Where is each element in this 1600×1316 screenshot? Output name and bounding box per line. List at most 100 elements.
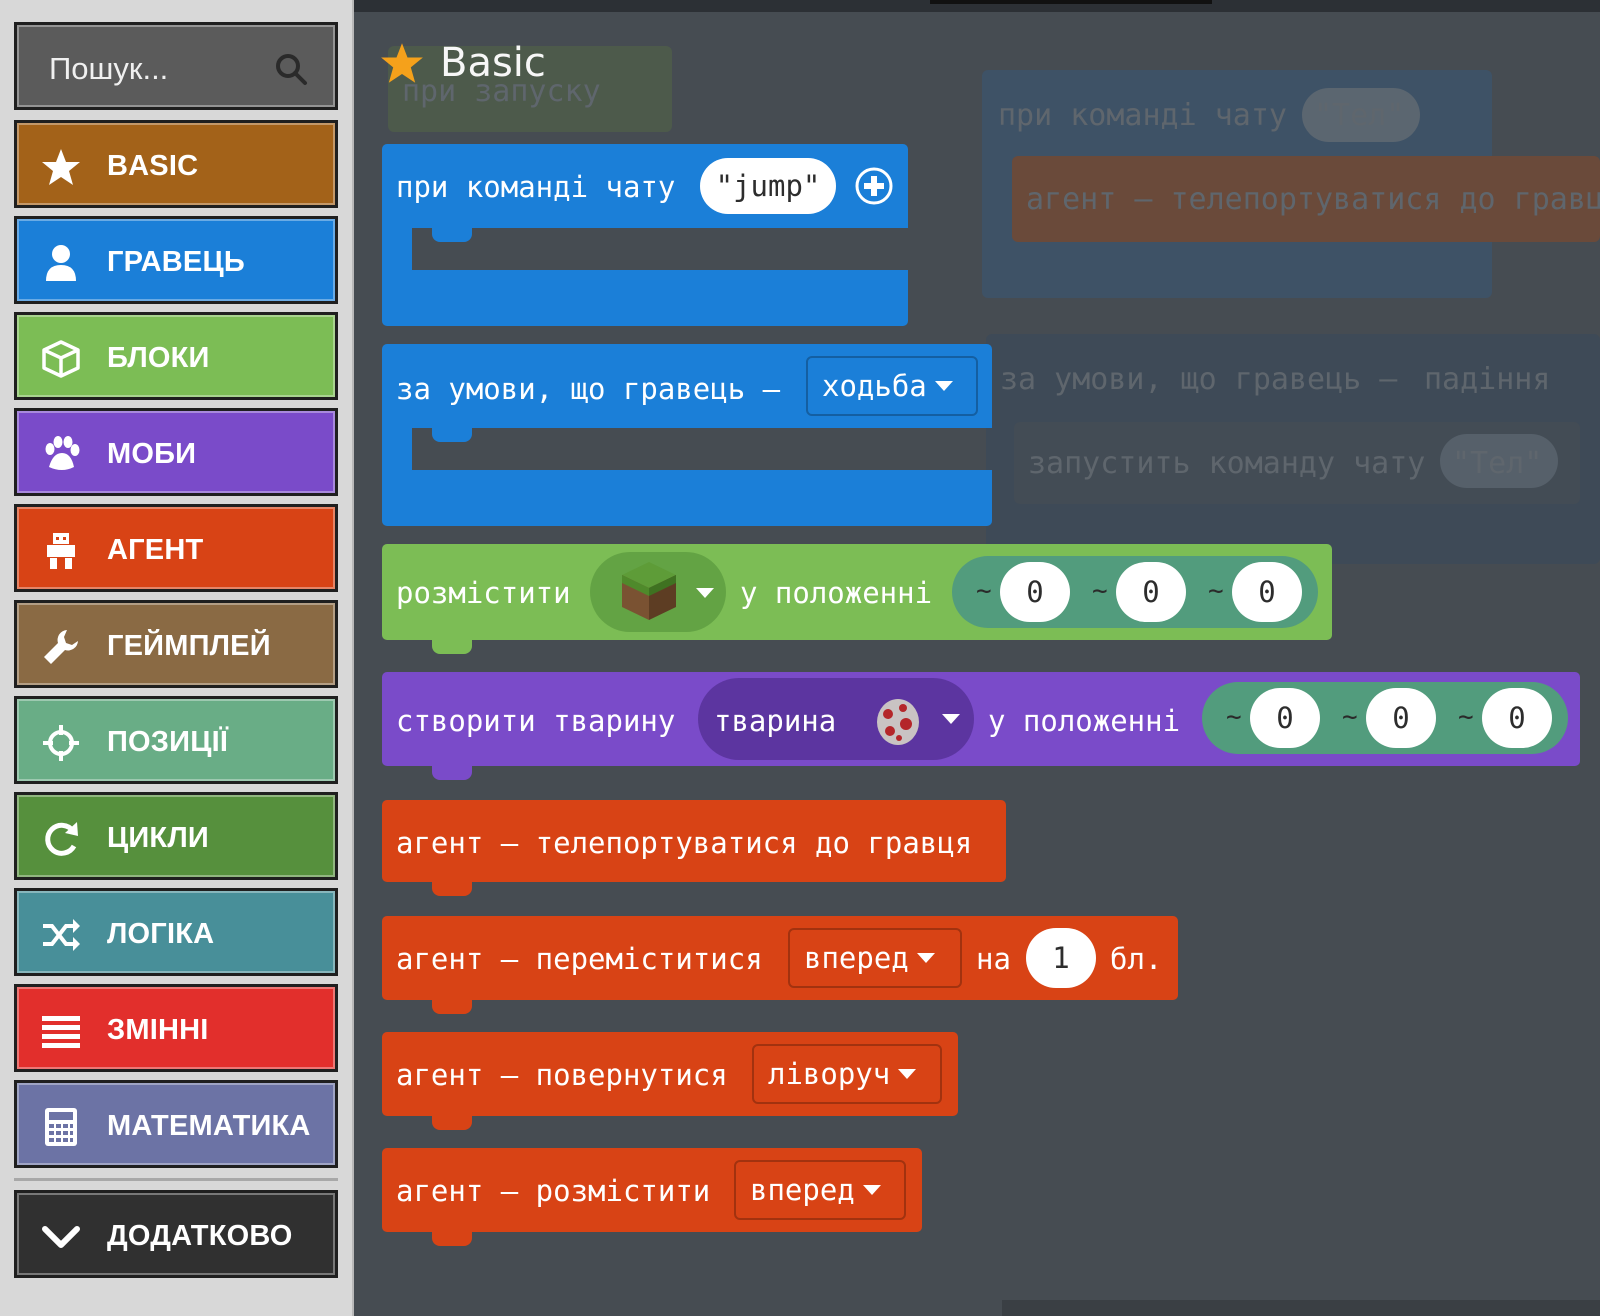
agent-move-label: агент – переміститися	[396, 942, 763, 976]
category-gameplay[interactable]: ГЕЙМПЛЕЙ	[14, 600, 338, 688]
player-state-value: ходьба	[822, 369, 927, 403]
coord-y-input[interactable]: 0	[1116, 562, 1186, 622]
spawn-animal-label: створити тварину	[396, 704, 676, 738]
category-basic[interactable]: BASIC	[14, 120, 338, 208]
wrench-icon	[39, 625, 83, 669]
person-icon	[39, 241, 83, 285]
spawn-position-label: у положенні	[988, 704, 1181, 738]
agent-turn-label: агент – повернутися	[396, 1058, 728, 1092]
agent-move-on-label: на	[976, 942, 1011, 976]
ws-chat-command-label: при команді чату	[998, 98, 1287, 133]
dropdown-arrow-icon	[942, 714, 960, 724]
place-direction-dropdown[interactable]: вперед	[734, 1160, 906, 1220]
category-label: BASIC	[107, 150, 199, 182]
category-label: ЛОГІКА	[107, 918, 215, 950]
search-box[interactable]: Пошук...	[14, 22, 338, 110]
category-label: ЗМІННІ	[107, 1014, 209, 1046]
agent-place-label: агент – розмістити	[396, 1174, 711, 1208]
ws-condition-dropdown[interactable]: падіння	[1424, 362, 1550, 397]
category-advanced[interactable]: ДОДАТКОВО	[14, 1190, 338, 1278]
category-positions[interactable]: ПОЗИЦІЇ	[14, 696, 338, 784]
dropdown-arrow-icon	[934, 381, 953, 391]
cube-icon	[39, 337, 83, 381]
paw-icon	[39, 433, 83, 477]
chat-command-label: при команді чату	[396, 170, 676, 204]
category-label: ПОЗИЦІЇ	[107, 726, 229, 758]
player-condition-label: за умови, що гравець –	[396, 372, 781, 406]
tilde-z: ~	[1458, 702, 1474, 732]
animal-dropdown[interactable]: тварина	[698, 678, 974, 760]
loop-icon	[39, 817, 83, 861]
move-direction-value: вперед	[804, 941, 909, 975]
ws-run-chat-label: запустить команду чату	[1028, 446, 1426, 481]
top-bar	[352, 0, 1600, 12]
star-icon	[381, 43, 423, 83]
move-distance-input[interactable]: 1	[1026, 928, 1096, 988]
move-direction-dropdown[interactable]: вперед	[788, 928, 962, 988]
category-variables[interactable]: ЗМІННІ	[14, 984, 338, 1072]
horizontal-scrollbar[interactable]	[1002, 1300, 1600, 1316]
category-agent[interactable]: АГЕНТ	[14, 504, 338, 592]
coord-z-input[interactable]: 0	[1232, 562, 1302, 622]
tilde-y: ~	[1092, 576, 1108, 606]
grass-block-icon	[622, 562, 676, 620]
turn-direction-value: ліворуч	[768, 1057, 891, 1091]
category-label: ДОДАТКОВО	[107, 1220, 293, 1252]
tilde-x: ~	[976, 576, 992, 606]
agent-move-unit-label: бл.	[1110, 942, 1163, 976]
star-icon	[39, 145, 83, 189]
position-field[interactable]: ~ 0 ~ 0 ~ 0	[952, 556, 1318, 628]
search-icon[interactable]	[273, 51, 309, 87]
shuffle-icon	[39, 913, 83, 957]
tilde-z: ~	[1208, 576, 1224, 606]
dropdown-arrow-icon	[916, 953, 935, 963]
category-logic[interactable]: ЛОГІКА	[14, 888, 338, 976]
agent-teleport-label: агент – телепортуватися до гравця	[396, 826, 973, 860]
coord-x-input[interactable]: 0	[1000, 562, 1070, 622]
dropdown-arrow-icon	[862, 1185, 881, 1195]
category-label: БЛОКИ	[107, 342, 210, 374]
tilde-y: ~	[1342, 702, 1358, 732]
turn-direction-dropdown[interactable]: ліворуч	[752, 1044, 942, 1104]
animal-dropdown-value: тварина	[714, 704, 837, 738]
category-label: ГРАВЕЦЬ	[107, 246, 245, 278]
coord-x-input[interactable]: 0	[1250, 688, 1320, 748]
category-loops[interactable]: ЦИКЛИ	[14, 792, 338, 880]
add-parameter-icon[interactable]	[854, 166, 894, 206]
search-placeholder: Пошук...	[49, 51, 169, 86]
sidebar-divider	[14, 1178, 338, 1181]
ws-chat-value-text: "Тел"	[1314, 98, 1405, 133]
category-label: МАТЕМАТИКА	[107, 1110, 311, 1142]
coord-y-input[interactable]: 0	[1366, 688, 1436, 748]
block-type-dropdown[interactable]	[590, 552, 726, 632]
coord-z-input[interactable]: 0	[1482, 688, 1552, 748]
place-label: розмістити	[396, 576, 571, 610]
place-direction-value: вперед	[750, 1173, 855, 1207]
ws-run-chat-value-text: "Тел"	[1452, 446, 1543, 481]
category-label: ЦИКЛИ	[107, 822, 209, 854]
calculator-icon	[39, 1105, 83, 1149]
dropdown-arrow-icon	[898, 1069, 917, 1079]
position-field[interactable]: ~ 0 ~ 0 ~ 0	[1202, 682, 1568, 754]
category-mobs[interactable]: МОБИ	[14, 408, 338, 496]
agent-icon	[39, 529, 83, 573]
flyout-header: Basic	[380, 40, 546, 86]
category-label: ГЕЙМПЛЕЙ	[107, 630, 271, 662]
category-blocks[interactable]: БЛОКИ	[14, 312, 338, 400]
chat-command-input[interactable]: "jump"	[700, 158, 836, 214]
chevron-down-icon	[39, 1215, 83, 1259]
tilde-x: ~	[1226, 702, 1242, 732]
category-player[interactable]: ГРАВЕЦЬ	[14, 216, 338, 304]
ws-teleport-label: агент – телепортуватися до гравц	[1026, 182, 1600, 217]
flyout-title: Basic	[440, 40, 546, 86]
crosshair-icon	[39, 721, 83, 765]
place-position-label: у положенні	[740, 576, 933, 610]
category-math[interactable]: МАТЕМАТИКА	[14, 1080, 338, 1168]
list-icon	[39, 1009, 83, 1053]
ws-condition-label: за умови, що гравець –	[1000, 362, 1398, 397]
player-state-dropdown[interactable]: ходьба	[806, 356, 978, 416]
spawn-egg-icon	[877, 699, 919, 745]
toolbox-sidebar: Пошук... BASIC ГРАВЕЦЬ БЛОКИ МОБИ АГЕНТ …	[0, 0, 354, 1316]
dropdown-arrow-icon	[696, 588, 714, 598]
active-tab-indicator	[930, 0, 1212, 4]
